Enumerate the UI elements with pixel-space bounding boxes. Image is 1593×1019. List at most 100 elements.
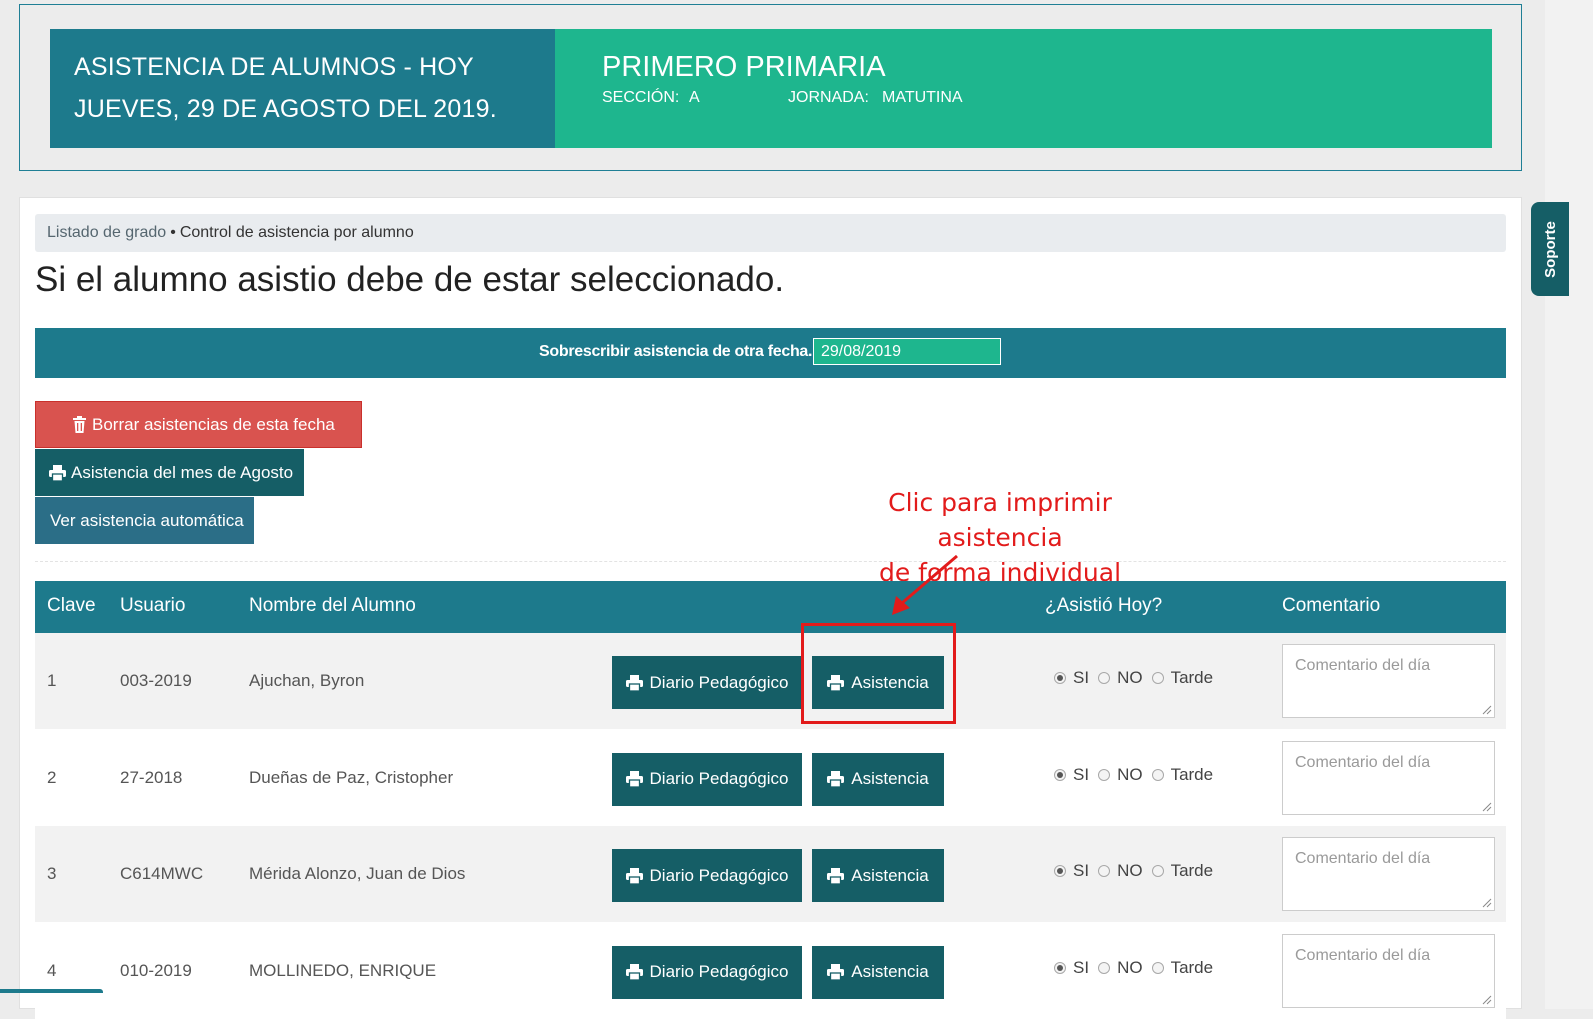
radio-yes-circle[interactable] bbox=[1054, 961, 1066, 974]
radio-late-circle[interactable] bbox=[1151, 865, 1164, 877]
diary-button-label: Diario Pedagógico bbox=[649, 962, 789, 981]
radio-no[interactable]: NO bbox=[1098, 765, 1143, 785]
radio-yes[interactable]: SI bbox=[1054, 668, 1089, 688]
radio-no-label: NO bbox=[1117, 957, 1143, 977]
comment-placeholder: Comentario del día bbox=[1295, 946, 1431, 964]
row-user: C614MWC bbox=[120, 864, 204, 883]
radio-late[interactable]: Tarde bbox=[1151, 861, 1214, 881]
radio-no-label: NO bbox=[1117, 764, 1143, 784]
support-tab[interactable]: Soporte bbox=[1531, 202, 1569, 296]
table-header: Clave Usuario Nombre del Alumno ¿Asistió… bbox=[35, 581, 1506, 633]
radio-no-circle[interactable] bbox=[1098, 768, 1111, 781]
radio-yes-circle[interactable] bbox=[1054, 672, 1066, 684]
comment-textarea[interactable]: Comentario del día bbox=[1282, 933, 1495, 1008]
attendance-card: Listado de grado • Control de asistencia p… bbox=[19, 197, 1522, 1019]
resize-handle-icon[interactable] bbox=[1482, 705, 1492, 715]
support-tab-label: Soporte bbox=[1541, 220, 1559, 278]
row-name: Dueñas de Paz, Cristopher bbox=[249, 767, 454, 787]
radio-late-label: Tarde bbox=[1170, 764, 1214, 784]
radio-late-circle[interactable] bbox=[1151, 672, 1164, 684]
row-name: Ajuchan, Byron bbox=[249, 671, 365, 690]
page-scroll-area bbox=[1545, 0, 1593, 1009]
print-icon bbox=[625, 867, 643, 884]
radio-late-label: Tarde bbox=[1170, 861, 1214, 880]
delete-attendance-label: Borrar asistencias de esta fecha bbox=[92, 414, 335, 434]
radio-yes[interactable]: SI bbox=[1054, 958, 1089, 978]
row-key: 2 bbox=[47, 767, 57, 787]
annotation-arrow bbox=[892, 554, 958, 615]
page-title: Si el alumno asistio debe de estar selec… bbox=[35, 260, 785, 299]
header-name: Nombre del Alumno bbox=[249, 595, 416, 616]
attendance-radio-group: SI NO Tarde bbox=[1054, 668, 1222, 688]
print-icon bbox=[625, 674, 643, 691]
resize-handle-icon[interactable] bbox=[1482, 898, 1492, 908]
diary-button[interactable]: Diario Pedagógico bbox=[612, 656, 802, 709]
radio-late[interactable]: Tarde bbox=[1151, 957, 1214, 978]
radio-yes-circle[interactable] bbox=[1054, 768, 1066, 781]
row-user: 27-2018 bbox=[120, 767, 183, 787]
radio-late[interactable]: Tarde bbox=[1151, 764, 1214, 785]
radio-yes[interactable]: SI bbox=[1054, 861, 1089, 881]
attendance-print-label: Asistencia bbox=[851, 865, 929, 885]
row-key: 1 bbox=[47, 671, 57, 690]
breadcrumb: Listado de grado • Control de asistencia p… bbox=[35, 214, 1506, 252]
breadcrumb-separator: • bbox=[170, 224, 176, 241]
annotation-highlight-box bbox=[801, 623, 956, 724]
row-name: MOLLINEDO, ENRIQUE bbox=[249, 960, 437, 980]
radio-late-label: Tarde bbox=[1170, 668, 1214, 687]
date-override-input[interactable] bbox=[813, 338, 1001, 365]
diary-button[interactable]: Diario Pedagógico bbox=[612, 752, 802, 806]
grade-title: PRIMERO PRIMARIA bbox=[602, 51, 886, 83]
trash-icon bbox=[73, 416, 86, 433]
row-name: Mérida Alonzo, Juan de Dios bbox=[249, 864, 466, 883]
table-row: 2 27-2018 Dueñas de Paz, Cristopher Diar… bbox=[35, 729, 1506, 826]
monthly-attendance-button[interactable]: Asistencia del mes de Agosto bbox=[35, 449, 304, 496]
radio-late-circle[interactable] bbox=[1151, 961, 1164, 974]
radio-yes-circle[interactable] bbox=[1054, 865, 1066, 877]
attendance-print-button[interactable]: Asistencia bbox=[812, 752, 944, 806]
print-icon bbox=[49, 464, 66, 481]
print-icon bbox=[625, 771, 643, 787]
radio-no[interactable]: NO bbox=[1098, 958, 1143, 978]
row-key: 4 bbox=[47, 960, 57, 980]
header-comment: Comentario bbox=[1282, 595, 1381, 616]
comment-textarea[interactable]: Comentario del día bbox=[1282, 837, 1495, 911]
diary-button-label: Diario Pedagógico bbox=[649, 769, 789, 788]
radio-yes-label: SI bbox=[1073, 861, 1090, 880]
comment-textarea[interactable]: Comentario del día bbox=[1282, 740, 1495, 815]
section-label: SECCIÓN: bbox=[602, 89, 680, 106]
breadcrumb-grade-list-link[interactable]: Listado de grado bbox=[47, 224, 166, 241]
diary-button[interactable]: Diario Pedagógico bbox=[612, 945, 802, 999]
header-user: Usuario bbox=[120, 595, 186, 616]
comment-placeholder: Comentario del día bbox=[1295, 753, 1431, 771]
comment-textarea[interactable]: Comentario del día bbox=[1282, 644, 1495, 718]
attendance-print-button[interactable]: Asistencia bbox=[812, 849, 944, 902]
attendance-radio-group: SI NO Tarde bbox=[1054, 958, 1222, 978]
radio-no[interactable]: NO bbox=[1098, 668, 1143, 688]
delete-attendance-button[interactable]: Borrar asistencias de esta fecha bbox=[35, 401, 362, 448]
radio-no-label: NO bbox=[1117, 861, 1143, 880]
resize-handle-icon[interactable] bbox=[1482, 802, 1492, 812]
radio-late-circle[interactable] bbox=[1151, 768, 1164, 781]
print-icon bbox=[625, 964, 643, 980]
radio-late-label: Tarde bbox=[1170, 957, 1214, 977]
row-key: 3 bbox=[47, 864, 57, 883]
radio-no-circle[interactable] bbox=[1098, 865, 1111, 877]
radio-no-circle[interactable] bbox=[1098, 961, 1111, 974]
radio-no-label: NO bbox=[1117, 668, 1143, 687]
attendance-print-button[interactable]: Asistencia bbox=[812, 945, 944, 999]
resize-handle-icon[interactable] bbox=[1482, 995, 1492, 1005]
attendance-print-label: Asistencia bbox=[851, 962, 929, 981]
diary-button[interactable]: Diario Pedagógico bbox=[612, 849, 802, 902]
print-icon bbox=[827, 867, 845, 884]
radio-late[interactable]: Tarde bbox=[1151, 668, 1214, 688]
auto-attendance-label: Ver asistencia automática bbox=[50, 510, 244, 530]
date-override-label: Sobrescribir asistencia de otra fecha. bbox=[539, 343, 813, 360]
breadcrumb-current: Control de asistencia por alumno bbox=[179, 224, 414, 241]
radio-no-circle[interactable] bbox=[1098, 672, 1111, 684]
shift-value: MATUTINA bbox=[882, 89, 963, 106]
auto-attendance-button[interactable]: Ver asistencia automática bbox=[35, 497, 254, 544]
radio-yes[interactable]: SI bbox=[1054, 765, 1089, 785]
radio-no[interactable]: NO bbox=[1098, 861, 1143, 881]
attendance-radio-group: SI NO Tarde bbox=[1054, 765, 1222, 785]
